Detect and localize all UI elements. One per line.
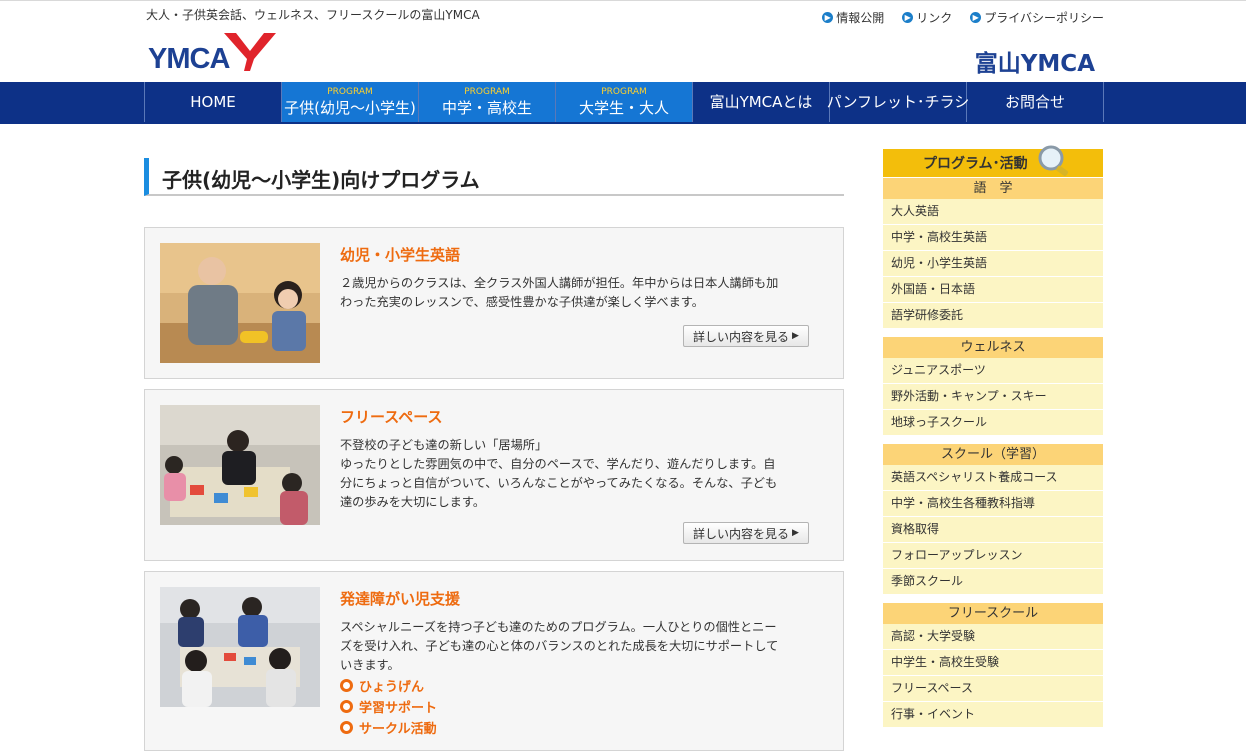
- sidebar-item-outdoor-camp-ski[interactable]: 野外活動・キャンプ・スキー: [883, 384, 1103, 410]
- sidebar-item-subject-tutoring[interactable]: 中学・高校生各種教科指導: [883, 491, 1103, 517]
- sidebar-item-earth-school[interactable]: 地球っ子スクール: [883, 410, 1103, 436]
- program-title: 幼児・小学生英語: [340, 246, 461, 264]
- program-title: フリースペース: [340, 408, 443, 426]
- arrow-right-icon: ▶: [822, 12, 834, 23]
- utility-link-privacy[interactable]: ▶ プライバシーポリシー: [970, 9, 1104, 26]
- sidebar-category-school: スクール（学習）: [883, 444, 1103, 465]
- circle-bullet-icon: [340, 721, 353, 734]
- page-title: 子供(幼児〜小学生)向けプログラム: [162, 168, 480, 192]
- triangle-right-icon: ▶: [792, 331, 799, 341]
- program-card-developmental-support: 発達障がい児支援 スペシャルニーズを持つ子ども達のためのプログラム。一人ひとりの…: [144, 571, 844, 751]
- sidebar-item-high-school-exam[interactable]: 中学生・高校生受験: [883, 650, 1103, 676]
- sidebar-category-free-school: フリースクール: [883, 603, 1103, 624]
- program-photo-developmental-support: [160, 587, 320, 707]
- program-card-free-space: フリースペース 不登校の子ども達の新しい「居場所」 ゆったりとした雰囲気の中で、…: [144, 389, 844, 561]
- sidebar-item-follow-up-lesson[interactable]: フォローアップレッスン: [883, 543, 1103, 569]
- sidebar-item-junior-high-english[interactable]: 中学・高校生英語: [883, 225, 1103, 251]
- circle-bullet-icon: [340, 700, 353, 713]
- sidebar-item-junior-sports[interactable]: ジュニアスポーツ: [883, 358, 1103, 384]
- sub-link-learning-support[interactable]: 学習サポート: [340, 696, 437, 717]
- sidebar-category-language: 語 学: [883, 178, 1103, 199]
- sidebar-item-language-training[interactable]: 語学研修委託: [883, 303, 1103, 329]
- sidebar-header: プログラム･活動: [883, 145, 1103, 177]
- arrow-right-icon: ▶: [902, 12, 914, 23]
- triangle-right-icon: ▶: [792, 528, 799, 538]
- details-button[interactable]: 詳しい内容を見る ▶: [683, 522, 809, 544]
- sub-link-circle-activities[interactable]: サークル活動: [340, 717, 437, 738]
- brand-name: 富山YMCA: [974, 51, 1095, 77]
- program-card-english: 幼児・小学生英語 ２歳児からのクラスは、全クラス外国人講師が担任。年中からは日本…: [144, 227, 844, 379]
- site-tagline: 大人・子供英会話、ウェルネス、フリースクールの富山YMCA: [146, 8, 480, 22]
- program-description: 不登校の子ども達の新しい「居場所」 ゆったりとした雰囲気の中で、自分のペースで、…: [340, 438, 778, 509]
- sub-link-hyougen[interactable]: ひょうげん: [340, 675, 437, 696]
- program-photo-free-space: [160, 405, 320, 525]
- sidebar-item-university-exam[interactable]: 高認・大学受験: [883, 624, 1103, 650]
- program-sub-links: ひょうげん 学習サポート サークル活動: [340, 675, 437, 738]
- program-title: 発達障がい児支援: [340, 590, 461, 608]
- ymca-logo[interactable]: YMCA: [148, 29, 276, 75]
- sidebar-item-certification[interactable]: 資格取得: [883, 517, 1103, 543]
- utility-links: ▶ 情報公開 ▶ リンク ▶ プライバシーポリシー: [822, 9, 1104, 26]
- sidebar-item-kids-english[interactable]: 幼児・小学生英語: [883, 251, 1103, 277]
- sidebar-item-english-specialist[interactable]: 英語スペシャリスト養成コース: [883, 465, 1103, 491]
- page-heading: 子供(幼児〜小学生)向けプログラム: [144, 158, 844, 196]
- logo-text: YMCA: [148, 43, 230, 75]
- sidebar-item-foreign-japanese[interactable]: 外国語・日本語: [883, 277, 1103, 303]
- sidebar-item-adult-english[interactable]: 大人英語: [883, 199, 1103, 225]
- utility-link-disclosure[interactable]: ▶ 情報公開: [822, 9, 884, 26]
- sidebar-category-wellness: ウェルネス: [883, 337, 1103, 358]
- sidebar: プログラム･活動 語 学 大人英語 中学・高校生英語 幼児・小学生英語 外国語・…: [883, 145, 1103, 728]
- active-nav-indicator: [0, 82, 1246, 124]
- sidebar-item-events[interactable]: 行事・イベント: [883, 702, 1103, 728]
- sidebar-item-seasonal-school[interactable]: 季節スクール: [883, 569, 1103, 595]
- magnifier-icon: [1038, 145, 1069, 177]
- utility-link-links[interactable]: ▶ リンク: [902, 9, 952, 26]
- arrow-right-icon: ▶: [970, 12, 982, 23]
- circle-bullet-icon: [340, 679, 353, 692]
- ymca-y-mark-icon: [224, 33, 276, 71]
- details-button[interactable]: 詳しい内容を見る ▶: [683, 325, 809, 347]
- program-description: スペシャルニーズを持つ子ども達のためのプログラム。一人ひとりの個性とニー ズを受…: [340, 620, 779, 672]
- top-border: [0, 0, 1246, 1]
- program-photo-english: [160, 243, 320, 363]
- sidebar-item-free-space[interactable]: フリースペース: [883, 676, 1103, 702]
- program-description: ２歳児からのクラスは、全クラス外国人講師が担任。年中からは日本人講師も加 わった…: [340, 276, 779, 309]
